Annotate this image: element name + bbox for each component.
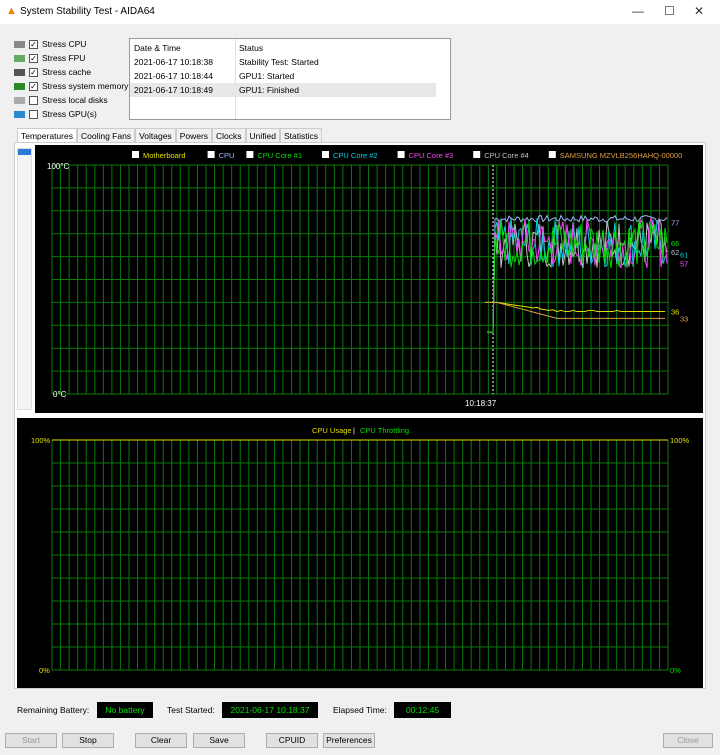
tab-temperatures[interactable]: Temperatures <box>17 128 77 143</box>
legend-samsung-mzvlb256hahq-00000: SAMSUNG MZVLB256HAHQ-00000 <box>560 151 683 160</box>
y-bottom-label: 0°C <box>53 390 67 399</box>
title-bar: ▲ System Stability Test - AIDA64 — ☐ ✕ <box>0 0 720 24</box>
end-value-label: 62 <box>671 248 679 257</box>
stress-option[interactable]: Stress local disks <box>14 93 108 107</box>
log-row[interactable]: 2021-06-17 10:18:49 GPU1: Finished <box>130 83 436 97</box>
cpu-usage-graph: CPU Usage | CPU Throttling 100% 0% 100% 0% <box>17 418 703 688</box>
battery-label: Remaining Battery: <box>17 705 90 715</box>
tab-voltages[interactable]: Voltages <box>135 128 176 143</box>
log-row[interactable]: 2021-06-17 10:18:44 GPU1: Started <box>130 69 436 83</box>
save-button[interactable]: Save <box>193 733 245 748</box>
y-bottom-right-label: 0% <box>670 666 681 675</box>
temperature-graph: 100°C 0°C 10:18:37 Motherboard CPU CPU Core #… <box>35 145 703 413</box>
test-started-label: Test Started: <box>167 705 215 715</box>
stress-option[interactable]: ✓ Stress CPU <box>14 37 86 51</box>
legend-checkbox <box>132 151 139 158</box>
checkbox[interactable] <box>29 109 38 119</box>
option-label: Stress GPU(s) <box>42 109 97 119</box>
cpu-icon <box>14 40 25 48</box>
end-value-label: 36 <box>671 308 679 317</box>
option-label: Stress CPU <box>42 39 87 49</box>
x-time-label: 10:18:37 <box>465 399 497 408</box>
checkbox[interactable]: ✓ <box>29 53 38 63</box>
end-value-label: 33 <box>680 314 688 323</box>
tab-cooling-fans[interactable]: Cooling Fans <box>76 128 136 143</box>
end-value-label: 77 <box>671 218 679 227</box>
elapsed-time-label: Elapsed Time: <box>333 705 387 715</box>
clear-button[interactable]: Clear <box>135 733 187 748</box>
fpu-icon <box>14 54 25 62</box>
end-value-label: 61 <box>680 250 688 259</box>
disk-icon <box>14 96 25 104</box>
legend-checkbox <box>473 151 481 158</box>
tab-bar: Temperatures Cooling Fans Voltages Powers Cl… <box>17 128 323 143</box>
gpu-icon <box>14 110 25 118</box>
legend-cpu-core-2: CPU Core #2 <box>333 151 378 160</box>
end-value-label: 66 <box>671 239 679 248</box>
log-row[interactable]: 2021-06-17 10:18:38 Stability Test: Start… <box>130 55 436 69</box>
stress-option[interactable]: ✓ Stress system memory <box>14 79 128 93</box>
legend-checkbox <box>397 151 405 158</box>
legend-cpu-core-4: CPU Core #4 <box>484 151 529 160</box>
event-log-table[interactable]: Date & Time Status 2021-06-17 10:18:38 Sta… <box>129 38 451 120</box>
stress-option[interactable]: ✓ Stress cache <box>14 65 91 79</box>
y-top-left-label: 100% <box>31 436 51 445</box>
y-bottom-left-label: 0% <box>39 666 50 675</box>
elapsed-time-value: 00:12:45 <box>394 702 451 718</box>
legend-checkbox <box>246 151 254 158</box>
legend-checkbox <box>207 151 215 158</box>
stress-option[interactable]: ✓ Stress FPU <box>14 51 85 65</box>
legend-cpu-throttling: CPU Throttling <box>360 426 409 435</box>
graph-scrollbar[interactable] <box>17 148 32 410</box>
test-started-value: 2021-06-17 10:18:37 <box>222 702 318 718</box>
end-value-label: 57 <box>680 259 688 268</box>
tab-clocks[interactable]: Clocks <box>212 128 246 143</box>
battery-value: No battery <box>97 702 153 718</box>
y-top-label: 100°C <box>47 162 70 171</box>
checkbox[interactable]: ✓ <box>29 67 38 77</box>
stress-option[interactable]: Stress GPU(s) <box>14 107 97 121</box>
minimize-button[interactable]: — <box>632 4 644 18</box>
legend-cpu-usage: CPU Usage <box>312 426 352 435</box>
log-header: Date & Time Status <box>130 41 436 55</box>
maximize-button[interactable]: ☐ <box>664 4 675 18</box>
legend-cpu-core-1: CPU Core #1 <box>257 151 302 160</box>
memory-icon <box>14 82 25 90</box>
close-window-button[interactable]: ✕ <box>694 4 704 18</box>
y-top-right-label: 100% <box>670 436 690 445</box>
legend-cpu-core-3: CPU Core #3 <box>409 151 454 160</box>
checkbox[interactable]: ✓ <box>29 39 38 49</box>
cache-icon <box>14 68 25 76</box>
legend-motherboard: Motherboard <box>143 151 186 160</box>
tab-powers[interactable]: Powers <box>175 128 213 143</box>
checkbox[interactable] <box>29 95 38 105</box>
preferences-button[interactable]: Preferences <box>323 733 375 748</box>
tab-unified[interactable]: Unified <box>245 128 281 143</box>
app-flame-icon: ▲ <box>6 5 17 17</box>
option-label: Stress cache <box>42 67 92 77</box>
window-title: System Stability Test - AIDA64 <box>20 6 155 17</box>
col-status[interactable]: Status <box>239 41 263 55</box>
legend-cpu: CPU <box>219 151 235 160</box>
legend-checkbox <box>322 151 329 158</box>
tab-statistics[interactable]: Statistics <box>280 128 323 143</box>
close-button[interactable]: Close <box>663 733 713 748</box>
legend-checkbox <box>548 151 556 158</box>
start-button[interactable]: Start <box>5 733 57 748</box>
stop-button[interactable]: Stop <box>62 733 114 748</box>
option-label: Stress FPU <box>42 53 86 63</box>
option-label: Stress system memory <box>42 81 129 91</box>
checkbox[interactable]: ✓ <box>29 81 38 91</box>
legend-separator: | <box>353 426 355 435</box>
series-line-0 <box>485 301 665 313</box>
col-datetime[interactable]: Date & Time <box>134 41 181 55</box>
cpuid-button[interactable]: CPUID <box>266 733 318 748</box>
option-label: Stress local disks <box>42 95 108 105</box>
